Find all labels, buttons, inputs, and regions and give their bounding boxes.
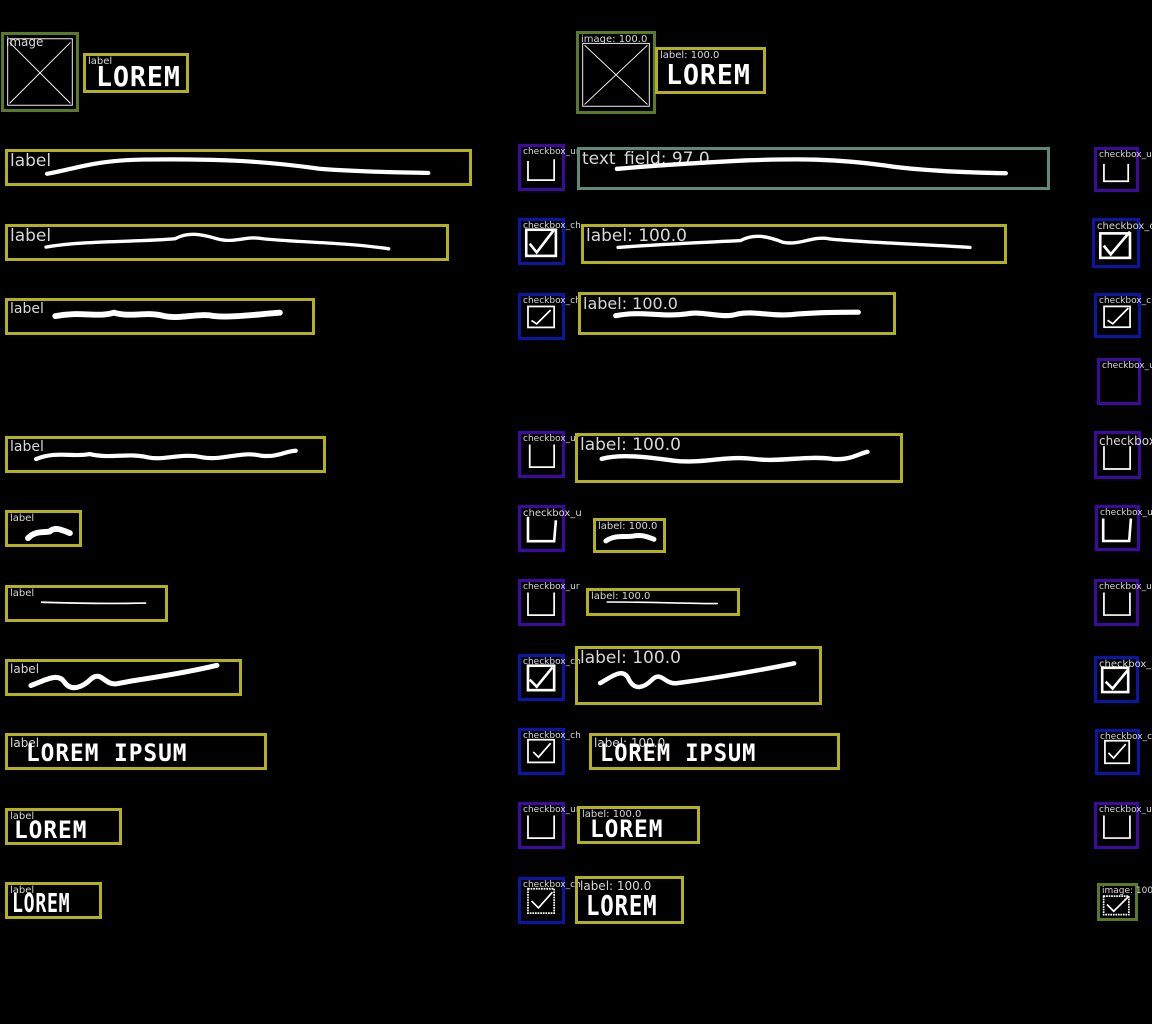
checkbox-empty-icon [1103, 446, 1132, 470]
label-box: label [5, 436, 326, 473]
checkbox-empty-icon [526, 516, 558, 543]
checkbox-unchecked[interactable]: checkbox_ur [1094, 802, 1152, 849]
checkbox-unchecked[interactable]: checkbox_u [518, 505, 582, 552]
checkbox-checked[interactable]: checkbox_ch [518, 218, 581, 265]
checkbox-empty-icon [1103, 163, 1130, 183]
label-box: label [5, 585, 168, 622]
image-placeholder: image: 100.0 [576, 31, 656, 114]
annotation-canvas: image label LOREM label label label labe… [0, 0, 1152, 1024]
checkmark-icon [527, 305, 556, 329]
label-box: label: 100.0 [578, 292, 896, 335]
scribble-stroke [40, 601, 147, 605]
label-box: label: 100.0 [575, 433, 903, 483]
checkmark-icon [524, 228, 558, 258]
label-box: label LOREM [5, 882, 102, 919]
label-box: label: 100.0 LOREM IPSUM [589, 733, 840, 770]
handwritten-text: LOREM [12, 889, 71, 919]
checkbox-checked[interactable]: checkbox_ch [1095, 729, 1152, 775]
image-cross-icon [7, 38, 73, 106]
scribble-stroke [613, 309, 861, 319]
checkbox-empty-icon [1103, 815, 1131, 839]
checkbox-checked[interactable]: checkbox_ch [1094, 293, 1152, 338]
checkmark-icon [1103, 305, 1131, 329]
scribble-stroke [606, 601, 718, 605]
scribble-stroke [599, 449, 870, 464]
checkbox-checked[interactable]: checkbox_ch [518, 654, 581, 701]
scribble-stroke [44, 232, 391, 251]
checkbox-checked[interactable]: checkbox_ch [518, 728, 581, 775]
checkbox-unchecked[interactable]: checkbox_ur [518, 579, 580, 626]
label-box: label LOREM [83, 53, 189, 93]
checkbox-empty-icon [528, 444, 556, 469]
scribble-stroke [44, 157, 431, 176]
checkbox-checked[interactable]: checkbox_ch [518, 293, 581, 340]
label-box: label: 100.0 [581, 224, 1007, 264]
checkbox-unchecked[interactable]: checkbox_u [1097, 358, 1152, 405]
checkmark-icon [1098, 230, 1132, 260]
checkbox-empty-icon [527, 159, 556, 182]
checkbox-empty-icon [527, 592, 556, 617]
label-box: label: 100.0 [586, 588, 740, 616]
checkmark-icon [1100, 666, 1130, 694]
scribble-stroke [603, 533, 657, 544]
label-box: label: 100.0 LOREM [575, 876, 684, 924]
handwritten-text: LOREM IPSUM [600, 739, 757, 767]
label-box: label: 100.0 LOREM [655, 47, 766, 94]
label-box: label [5, 659, 242, 696]
label-box: label: 100.0 [575, 646, 822, 705]
scribble-stroke [52, 309, 283, 320]
checkbox-empty-icon [527, 815, 556, 840]
checkbox-tag: checkbox_u [1102, 361, 1152, 371]
checkbox-unchecked[interactable]: checkbox_u [1094, 431, 1152, 479]
handwritten-text: LOREM [590, 815, 664, 843]
image-placeholder: image [1, 32, 79, 112]
label-box: label [5, 149, 472, 186]
scribble-stroke [28, 662, 220, 691]
checkbox-empty-icon [1103, 592, 1131, 616]
scribble-stroke [33, 448, 298, 462]
handwritten-text: LOREM [666, 58, 751, 91]
image-cross-icon [582, 42, 650, 107]
image-placeholder-small: image: 100. [1097, 883, 1152, 921]
handwritten-text: LOREM [14, 816, 88, 844]
handwritten-text: LOREM [586, 889, 658, 922]
checkmark-icon [1104, 739, 1131, 765]
checkmark-icon [1102, 895, 1130, 916]
checkbox-empty-icon [1101, 518, 1133, 543]
checkmark-icon [527, 738, 556, 764]
checkmark-icon [526, 664, 556, 692]
handwritten-text: LOREM [96, 60, 181, 93]
checkmark-icon [527, 887, 556, 915]
checkbox-unchecked[interactable]: checkbox_u [1094, 147, 1152, 192]
scribble-stroke [597, 661, 797, 690]
label-box: label LOREM IPSUM [5, 733, 267, 770]
scribble-stroke [614, 157, 1008, 176]
label-box: label: 100.0 LOREM [577, 806, 700, 844]
label-box: label LOREM [5, 808, 122, 845]
label-box: label [5, 298, 315, 335]
label-box: label [5, 224, 449, 261]
handwritten-text: LOREM IPSUM [26, 739, 188, 767]
scribble-stroke [25, 525, 73, 542]
text-field[interactable]: text_field: 97.0 [577, 147, 1050, 190]
checkbox-unchecked[interactable]: checkbox_ur [1094, 579, 1152, 626]
checkbox-unchecked[interactable]: checkbox_ur [518, 802, 580, 849]
checkbox-unchecked[interactable]: checkbox_ur [518, 144, 580, 191]
checkbox-checked[interactable]: checkbox_ch [518, 877, 581, 924]
label-box: label: 100.0 [593, 518, 666, 553]
label-box: label [5, 510, 82, 547]
scribble-stroke [616, 234, 972, 250]
checkbox-checked[interactable]: checkbox_c [1092, 218, 1152, 268]
checkbox-unchecked[interactable]: checkbox_u [1095, 505, 1152, 551]
checkbox-checked[interactable]: checkbox_c [1094, 656, 1152, 703]
checkbox-unchecked[interactable]: checkbox_ur [518, 431, 580, 478]
